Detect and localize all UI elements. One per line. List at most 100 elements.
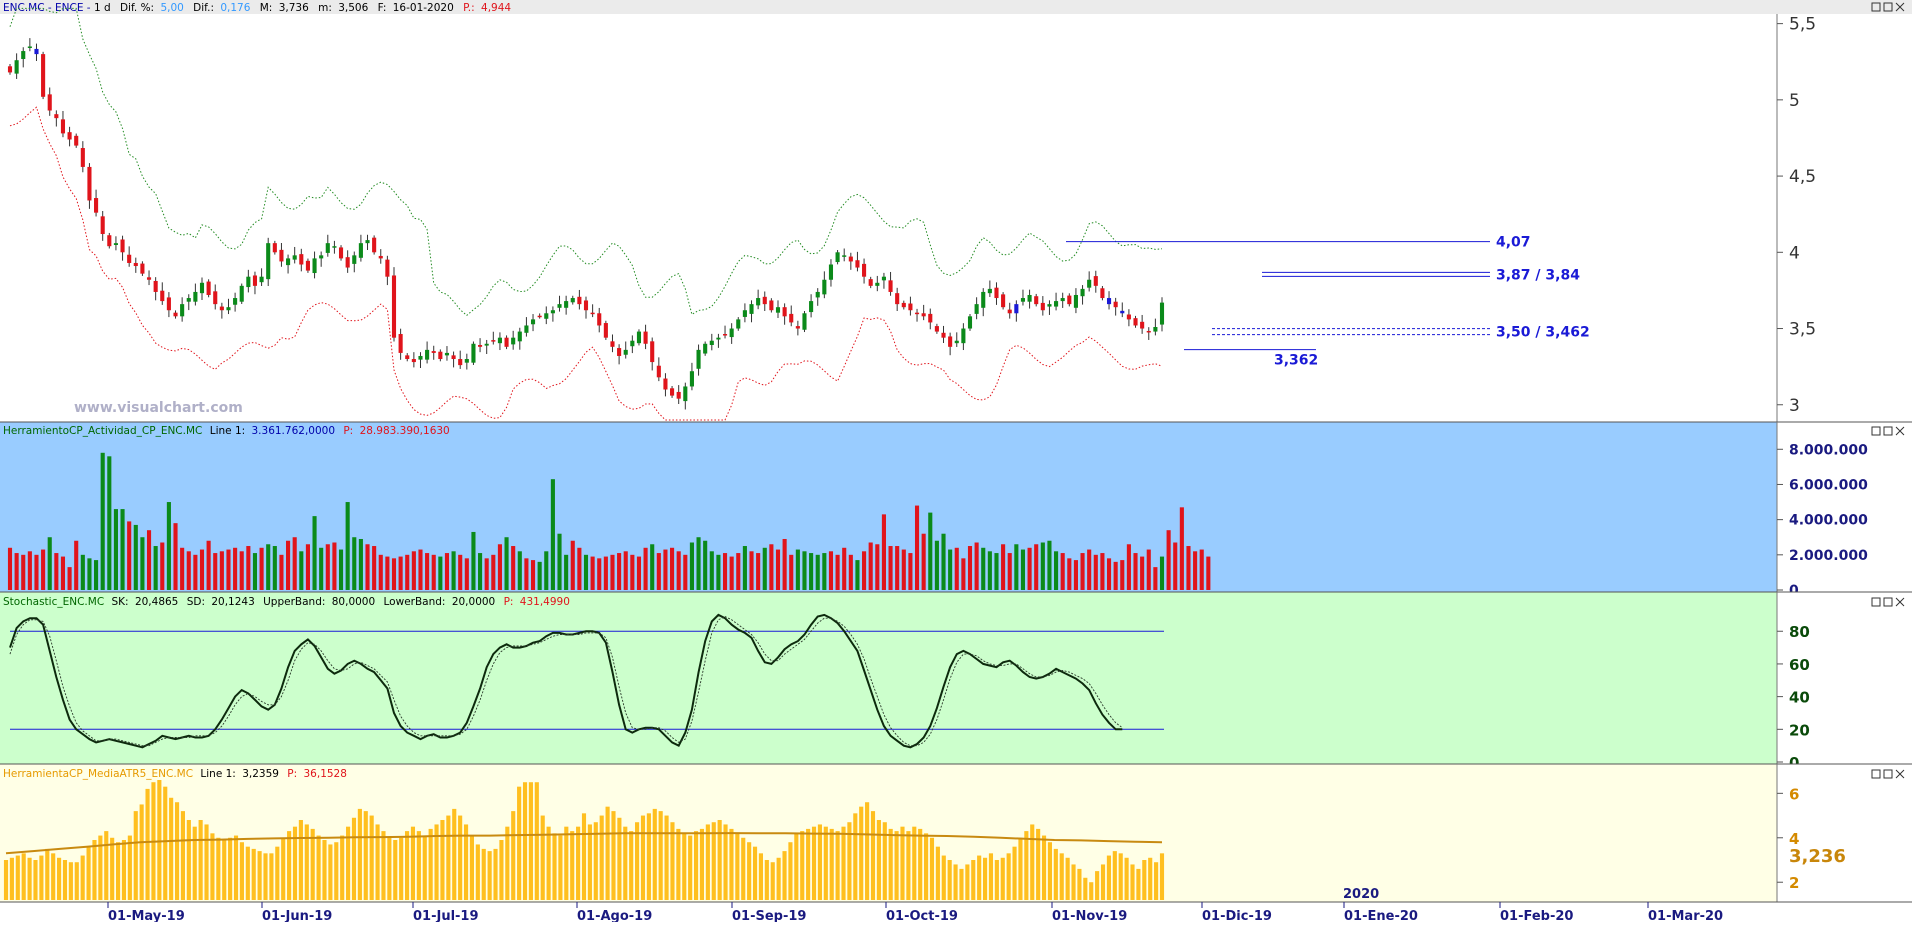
candle-body — [67, 132, 72, 140]
candle-body — [967, 316, 973, 329]
volume-bar — [292, 537, 297, 590]
atr-bar — [587, 824, 592, 900]
candle-body — [266, 243, 271, 280]
volume-bar — [1159, 556, 1165, 590]
candle-body — [742, 310, 747, 317]
atr-bar — [823, 826, 828, 900]
header-dif-pct-label: Dif. %: — [120, 2, 154, 14]
volume-bar — [451, 551, 456, 590]
atr-bar — [9, 857, 14, 900]
atr-bar — [605, 806, 610, 900]
candle-body — [590, 312, 595, 315]
volume-bar — [862, 551, 867, 590]
candle-body — [1126, 314, 1131, 320]
atr-bar — [865, 802, 870, 900]
candle-body — [160, 290, 165, 302]
atr-bar — [121, 840, 127, 900]
volume-bar — [1126, 544, 1131, 590]
x-year-label: 2020 — [1343, 887, 1379, 902]
atr-bar — [1112, 851, 1117, 900]
stoch-sk-label: SK: — [112, 596, 129, 608]
x-tick-label: 01-May-19 — [108, 909, 185, 922]
volume-bar — [1166, 530, 1171, 590]
atr-bar — [39, 855, 44, 900]
header-dif-pct: 5,00 — [160, 2, 183, 14]
volume-bar — [914, 505, 920, 590]
candle-body — [292, 255, 297, 260]
candle-body — [206, 281, 211, 295]
volume-bar — [1113, 561, 1118, 590]
candle-body — [199, 282, 205, 294]
volume-bar — [603, 556, 608, 590]
candle-body — [948, 336, 953, 347]
candle-body — [756, 298, 761, 306]
volume-bar — [352, 537, 357, 590]
volume-bar — [266, 544, 271, 590]
candle-body — [603, 323, 608, 338]
volume-bar — [272, 546, 277, 590]
atr-bar — [387, 837, 392, 900]
atr-bar — [623, 826, 628, 900]
atr-bar — [334, 842, 339, 900]
y-tick-label: 5,5 — [1789, 15, 1816, 35]
candle-body — [226, 307, 231, 311]
volume-bar — [564, 554, 569, 590]
atr-bar — [800, 831, 805, 900]
atr-bar — [233, 835, 239, 900]
volume-bar — [1040, 542, 1045, 590]
y-tick-label: 40 — [1789, 689, 1810, 707]
y-tick-label: 5 — [1789, 91, 1800, 111]
volume-bar — [570, 540, 575, 590]
atr-bar — [340, 835, 345, 900]
candle-body — [286, 258, 291, 266]
atr-bar — [428, 828, 433, 900]
volume-bar — [484, 558, 489, 590]
atr-bar — [1030, 824, 1035, 900]
volume-line-value: 3.361.762,0000 — [252, 425, 336, 437]
atr-bar — [776, 857, 781, 900]
candle-body — [862, 263, 867, 277]
atr-bar — [1047, 842, 1053, 900]
atr-bar — [570, 831, 575, 900]
candle-body — [610, 341, 615, 347]
volume-bar — [1179, 507, 1184, 590]
candle-body — [550, 310, 555, 314]
atr-bar — [546, 826, 551, 900]
candle-body — [107, 235, 112, 247]
atr-bar — [1083, 877, 1088, 900]
volume-bar — [14, 553, 19, 590]
atr-bar — [906, 831, 911, 900]
atr-bar — [953, 864, 958, 900]
annotation-label: 3,50 / 3,462 — [1496, 325, 1590, 341]
y-tick-label: 4 — [1789, 243, 1800, 263]
atr-bar — [876, 820, 881, 900]
y-tick-label: 8.000.000 — [1789, 442, 1868, 458]
volume-bar — [855, 560, 860, 590]
atr-bar — [723, 824, 728, 900]
volume-bar — [504, 537, 509, 590]
volume-bar — [259, 547, 264, 590]
candle-body — [583, 300, 589, 311]
candle-body — [279, 249, 284, 262]
chart-root: ENC.MC - ENCE - 1 d Dif. %: 5,00 Dif.: 0… — [0, 0, 1912, 924]
atr-bar — [446, 815, 451, 900]
volume-bar — [577, 547, 582, 590]
atr-bar — [517, 786, 522, 900]
volume-bar — [1014, 544, 1019, 590]
y-tick-label: 3,5 — [1789, 320, 1816, 340]
volume-bar — [895, 546, 900, 590]
volume-bar — [656, 553, 661, 590]
price-panel-bg — [0, 0, 1912, 422]
atr-bar — [298, 820, 303, 900]
atr-bar — [287, 831, 292, 900]
atr-bar — [534, 782, 539, 900]
volume-bar — [1087, 549, 1092, 590]
atr-bar — [369, 815, 374, 900]
volume-bar — [1020, 549, 1026, 590]
volume-bar — [643, 547, 648, 590]
volume-bar — [1073, 560, 1078, 590]
candle-body — [438, 351, 443, 360]
volume-bar — [934, 540, 939, 590]
candle-body — [14, 60, 19, 74]
candle-body — [21, 51, 26, 59]
